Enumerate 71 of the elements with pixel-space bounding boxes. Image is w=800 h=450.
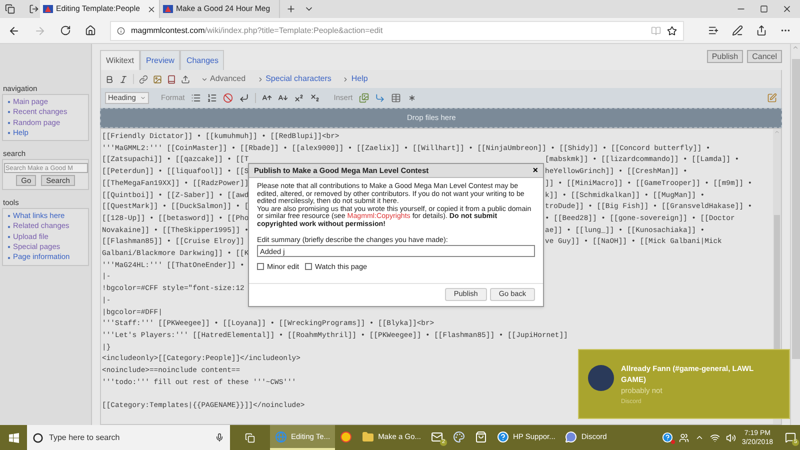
editor-tab[interactable]: Wikitext xyxy=(100,50,140,70)
superscript-icon[interactable] xyxy=(294,93,304,103)
windows-icon xyxy=(8,432,18,442)
share-icon[interactable] xyxy=(756,25,767,36)
signature-icon[interactable] xyxy=(406,93,417,103)
people-icon[interactable] xyxy=(678,432,689,442)
caret-icon xyxy=(342,76,350,82)
close-icon[interactable] xyxy=(782,4,792,14)
set-aside-icon[interactable] xyxy=(29,4,39,14)
image-icon[interactable] xyxy=(153,74,162,84)
toolbar-menu[interactable]: Special characters xyxy=(256,73,332,85)
upload-icon[interactable] xyxy=(181,74,190,84)
refresh-icon[interactable] xyxy=(60,25,71,36)
info-icon[interactable] xyxy=(117,26,125,34)
favorites-icon[interactable] xyxy=(708,25,719,36)
checkbox[interactable] xyxy=(257,263,264,270)
site-logo-icon xyxy=(43,4,53,14)
search-placeholder: Type here to search xyxy=(49,432,121,444)
new-tab-icon[interactable] xyxy=(286,4,296,14)
back-icon[interactable] xyxy=(8,24,20,36)
close-button[interactable]: × xyxy=(532,166,538,175)
action-center-icon[interactable] xyxy=(785,432,796,443)
toolbar-menu[interactable]: Advanced xyxy=(201,73,246,85)
editor-tab[interactable]: Changes xyxy=(180,50,224,70)
bag-icon xyxy=(475,430,487,442)
globe-icon xyxy=(275,430,287,442)
home-icon[interactable] xyxy=(85,25,96,36)
bold-icon[interactable] xyxy=(105,74,114,84)
mail-icon xyxy=(431,430,443,442)
book-icon[interactable] xyxy=(167,74,176,84)
toolbar-menu[interactable]: Help xyxy=(342,73,368,85)
mic-icon[interactable] xyxy=(215,433,224,442)
editor-tab[interactable]: Preview xyxy=(140,50,180,70)
address-field[interactable]: magmmlcontest.com/wiki/index.php?title=Template:People&action=edit xyxy=(110,20,684,40)
tabs-icon[interactable] xyxy=(5,4,15,14)
site-logo-icon xyxy=(163,4,173,14)
cortana-icon xyxy=(33,432,43,442)
italic-icon[interactable] xyxy=(119,74,128,84)
caret-icon xyxy=(140,95,146,101)
close-tab-icon[interactable] xyxy=(147,4,156,14)
table-icon[interactable] xyxy=(390,93,401,103)
action-button[interactable]: Cancel xyxy=(747,50,782,63)
task-view-icon[interactable] xyxy=(245,432,255,442)
smaller-text-icon[interactable] xyxy=(278,93,288,103)
circle-icon xyxy=(340,430,352,442)
action-button[interactable]: Publish xyxy=(706,50,744,63)
newline-icon[interactable] xyxy=(238,93,249,103)
link-icon[interactable] xyxy=(139,74,148,84)
palette-icon xyxy=(453,430,465,442)
checkbox[interactable] xyxy=(305,263,312,270)
help-icon[interactable] xyxy=(662,432,673,443)
favorite-star-icon[interactable] xyxy=(667,26,677,36)
nowiki-icon[interactable] xyxy=(222,93,233,103)
redirect-icon[interactable] xyxy=(374,93,385,103)
taskbar-search-field[interactable]: Type here to search xyxy=(27,425,230,450)
folder-icon xyxy=(362,430,374,442)
gallery-icon[interactable] xyxy=(358,93,369,103)
url-text: magmmlcontest.com/wiki/index.php?title=Template:People&action=edit xyxy=(131,24,384,36)
chat-icon xyxy=(565,430,578,442)
page-scrollbar[interactable] xyxy=(790,44,800,425)
numbered-list-icon[interactable] xyxy=(206,93,217,103)
restore-icon[interactable] xyxy=(760,5,768,13)
caret-icon xyxy=(201,76,208,82)
help-icon xyxy=(497,430,509,442)
subscript-icon[interactable] xyxy=(310,93,320,103)
bigger-text-icon[interactable] xyxy=(262,93,272,103)
volume-icon[interactable] xyxy=(726,432,736,442)
pen-icon[interactable] xyxy=(732,25,743,36)
caret-icon xyxy=(256,76,264,82)
wifi-icon[interactable] xyxy=(710,432,720,442)
chevron-up-icon[interactable] xyxy=(694,433,704,442)
